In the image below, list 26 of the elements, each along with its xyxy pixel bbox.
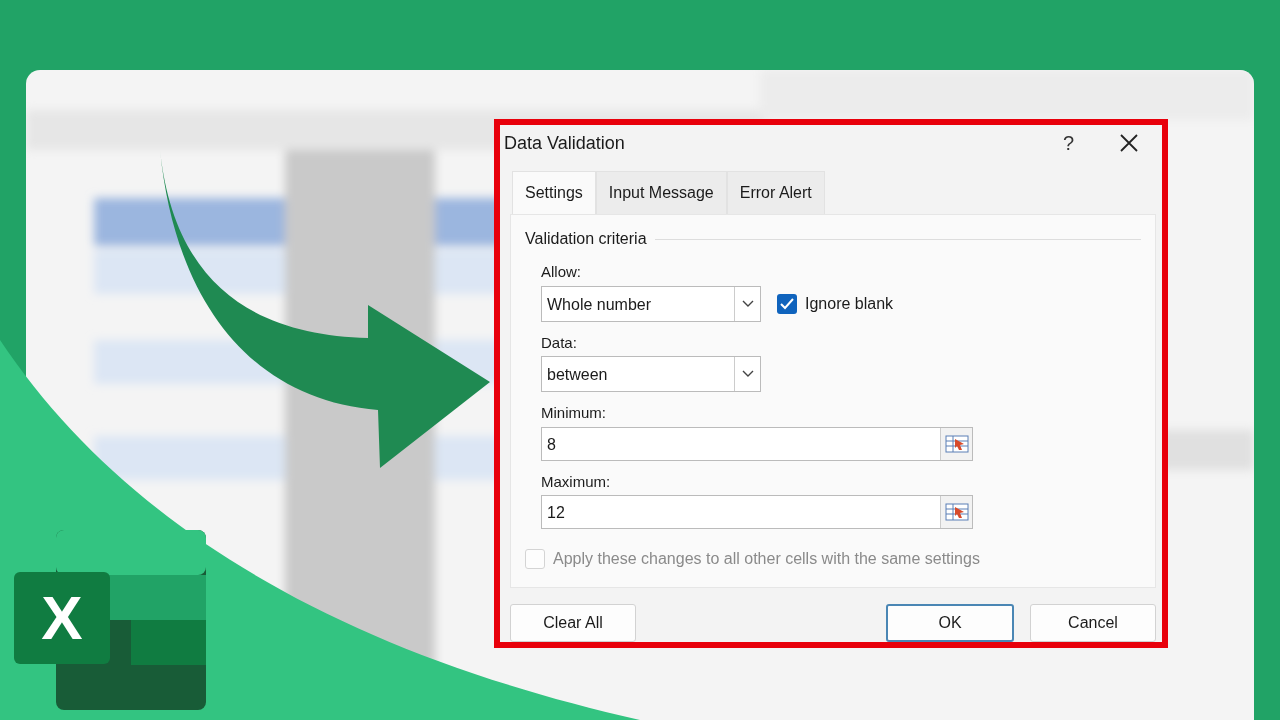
dropdown[interactable]: between (541, 356, 761, 392)
input-field[interactable]: 8 (541, 426, 973, 461)
help-button[interactable]: ? (1062, 128, 1074, 158)
input-field[interactable]: 12 (541, 495, 973, 529)
checkbox[interactable] (777, 293, 797, 314)
range-picker-icon[interactable] (940, 427, 972, 460)
window-title: Data Validation (504, 131, 626, 155)
tab[interactable]: Error Alert (726, 171, 825, 214)
chevron-down-icon (741, 370, 754, 378)
field-label: Data: (541, 332, 578, 353)
checkbox-label: Apply these changes to all other cells with the same settings (553, 549, 980, 569)
dropdown[interactable]: Whole number (541, 285, 761, 322)
range-picker-icon[interactable] (940, 496, 972, 528)
logo-letter: X (14, 572, 110, 664)
field-label: Maximum: (541, 471, 612, 492)
tab[interactable]: Input Message (595, 171, 727, 214)
checkbox-label: Ignore blank (805, 293, 894, 314)
section-label: Validation criteria (525, 229, 647, 249)
chevron-down-icon (741, 299, 754, 308)
dialog-button[interactable]: OK (886, 604, 1014, 642)
tab[interactable]: Settings (512, 171, 596, 214)
dialog-button[interactable]: Cancel (1030, 604, 1156, 642)
field-label: Minimum: (541, 403, 607, 423)
dialog-button[interactable]: Clear All (510, 604, 636, 642)
field-label: Allow: (541, 262, 582, 282)
close-icon[interactable] (1120, 134, 1138, 152)
